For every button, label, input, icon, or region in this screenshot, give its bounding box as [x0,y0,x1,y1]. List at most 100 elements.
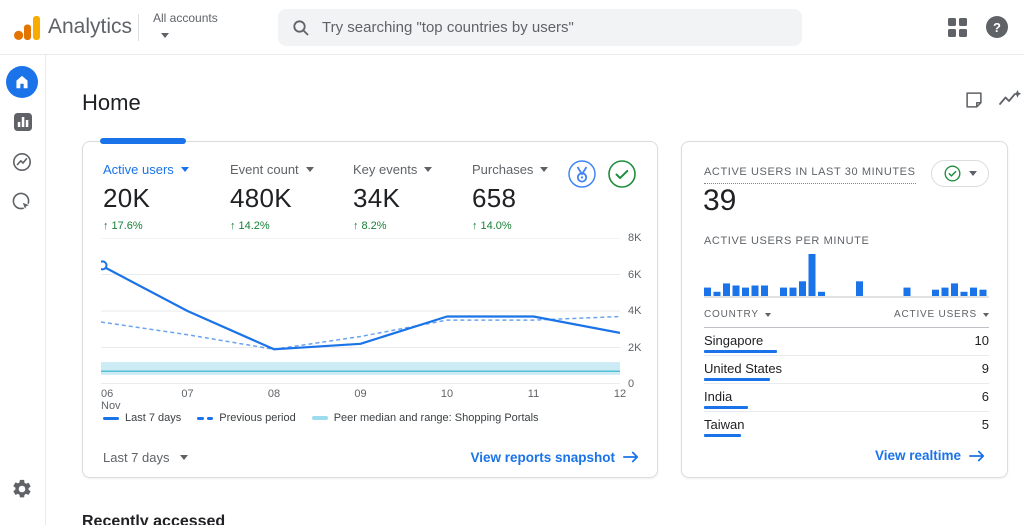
realtime-status-selector[interactable] [931,160,989,187]
active-tab-indicator [100,138,186,144]
table-row[interactable]: Singapore 10 [704,328,989,356]
country-name: Taiwan [704,417,745,432]
column-header-country[interactable]: COUNTRY [704,309,771,320]
country-bar [704,378,770,381]
metric-purchases[interactable]: Purchases 658 14.0% [472,162,549,232]
up-arrow-icon [353,220,362,232]
view-reports-snapshot-link[interactable]: View reports snapshot [470,450,639,465]
trend-chart-x-axis: 06 Nov 07 08 09 10 11 12 [101,388,627,412]
metric-value: 480K [230,183,292,213]
recently-accessed-heading: Recently accessed [82,513,226,525]
search-icon [293,19,309,36]
help-icon[interactable] [986,16,1008,38]
column-header-active-users[interactable]: ACTIVE USERS [894,309,989,320]
metric-label: Active users [103,162,174,177]
page-title: Home [82,90,141,115]
divider [138,14,139,41]
chart-legend: Last 7 days Previous period Peer median … [103,412,539,424]
sort-caret-icon [983,312,989,317]
view-realtime-link[interactable]: View realtime [875,448,985,463]
per-minute-label: ACTIVE USERS PER MINUTE [704,235,870,247]
explore-trend-icon [13,153,31,171]
date-range-selector[interactable]: Last 7 days [103,450,188,465]
account-switcher[interactable]: All accounts [153,11,218,43]
insights-sparkline-icon [999,90,1022,105]
metric-event-count[interactable]: Event count 480K 14.2% [230,162,314,232]
legend-peer-band: Peer median and range: Shopping Portals [311,412,539,424]
home-icon [16,75,28,89]
sidebar-item-explore[interactable] [12,152,32,177]
advertising-target-cursor-icon [12,192,32,212]
search-input[interactable] [322,19,788,36]
trend-chart[interactable] [101,238,620,384]
brand-name: Analytics [48,15,133,38]
country-users: 10 [974,333,989,348]
sidebar-item-home[interactable] [6,66,38,98]
per-minute-bar-chart[interactable] [704,252,989,298]
legend-last-7-days: Last 7 days [103,412,181,424]
sidebar-item-advertising[interactable] [12,192,32,217]
green-check-circle-icon [944,165,960,182]
sidebar-item-reports[interactable] [14,113,32,136]
google-analytics-logo-icon [14,16,40,40]
country-bar [704,434,741,437]
metric-label: Purchases [472,162,534,177]
benchmarking-medal-icon[interactable] [567,159,597,189]
sort-caret-icon [764,312,771,317]
country-users: 9 [981,361,989,376]
country-bar [704,350,777,353]
realtime-title: ACTIVE USERS IN LAST 30 MINUTES [704,166,916,184]
country-users: 5 [981,417,989,432]
realtime-card: ACTIVE USERS IN LAST 30 MINUTES 39 ACTIV… [681,141,1008,478]
legend-previous-period: Previous period [197,412,296,424]
sidebar [0,55,46,525]
chevron-down-icon [179,454,188,460]
metric-value: 20K [103,183,151,213]
up-arrow-icon [230,220,239,232]
analytics-home-screen: Analytics All accounts Try searching "to… [0,0,1024,525]
search-bar[interactable] [278,9,802,46]
band-swatch-icon [311,416,328,420]
country-name: United States [704,361,783,376]
country-name: India [704,389,733,404]
chevron-down-icon [161,33,169,38]
bar-chart-icon [14,113,32,131]
apps-grid-icon[interactable] [948,18,967,37]
table-row[interactable]: Taiwan 5 [704,412,989,440]
metric-key-events[interactable]: Key events 34K 8.2% [353,162,433,232]
note-icon [966,92,982,108]
realtime-country-table: COUNTRY ACTIVE USERS Singapore 10 United… [704,308,989,440]
dashed-line-swatch-icon [197,416,214,420]
country-users: 6 [981,389,989,404]
active-users-30min-value: 39 [703,184,737,217]
up-arrow-icon [103,220,112,232]
chevron-down-icon [968,171,977,176]
table-row[interactable]: United States 9 [704,356,989,384]
country-name: Singapore [704,333,764,348]
arrow-right-icon [623,451,639,463]
chevron-down-icon [424,167,433,172]
insights-button[interactable] [998,89,1022,116]
metric-value: 34K [353,183,401,213]
metric-delta: 14.0% [480,220,512,232]
metric-label: Event count [230,162,299,177]
metric-delta: 14.2% [238,220,270,232]
trend-chart-y-axis: 8K 6K 4K 2K 0 [628,232,642,390]
top-bar: Analytics All accounts [0,0,1024,55]
country-bar [704,406,748,409]
account-switcher-label: All accounts [153,11,218,25]
feedback-note-button[interactable] [963,89,985,116]
arrow-right-icon [969,450,985,461]
chevron-down-icon [180,167,189,172]
table-row[interactable]: India 6 [704,384,989,412]
data-quality-check-icon[interactable] [607,159,637,189]
metric-active-users[interactable]: Active users 20K 17.6% [103,162,189,232]
chevron-down-icon [305,167,314,172]
metric-value: 658 [472,183,517,213]
gear-icon [13,479,31,498]
sidebar-item-admin[interactable] [11,478,33,505]
solid-line-swatch-icon [103,416,119,420]
overview-card: Active users 20K 17.6% Event count 480K … [82,138,658,478]
metric-delta: 8.2% [361,220,387,232]
metric-delta: 17.6% [111,220,143,232]
